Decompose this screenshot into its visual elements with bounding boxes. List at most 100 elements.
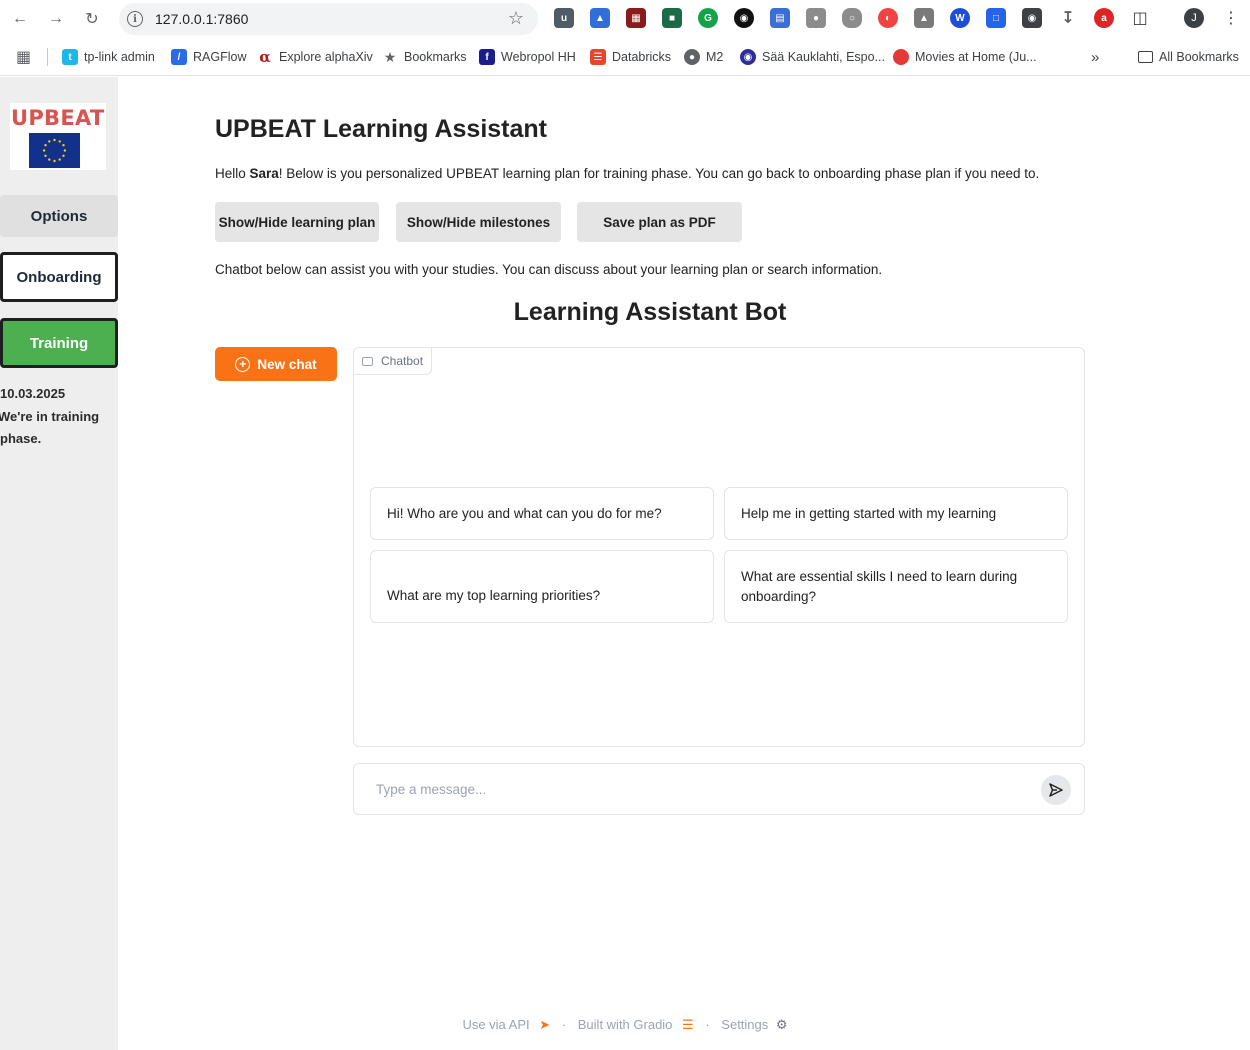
bookmark-webropol[interactable]: f Webropol HH xyxy=(479,48,576,66)
upbeat-logo: UPBEAT xyxy=(10,103,106,170)
show-hide-milestones-button[interactable]: Show/Hide milestones xyxy=(396,202,561,242)
send-button[interactable] xyxy=(1041,775,1071,805)
download-icon[interactable]: ↧ xyxy=(1058,8,1078,28)
use-via-api-link[interactable]: Use via API xyxy=(462,1017,529,1032)
built-with-gradio-link[interactable]: Built with Gradio xyxy=(578,1017,673,1032)
bookmark-label: Explore alphaXiv xyxy=(279,50,373,64)
bookmark-label: Sää Kauklahti, Espo... xyxy=(762,50,885,64)
site-info-icon[interactable]: i xyxy=(127,11,143,27)
address-bar[interactable]: i 127.0.0.1:7860 ☆ xyxy=(119,3,538,35)
crop-icon[interactable]: □ xyxy=(986,8,1006,28)
example-prompt-text: Help me in getting started with my learn… xyxy=(741,505,997,521)
bookmark-ragflow[interactable]: / RAGFlow xyxy=(171,48,246,66)
extension-red-icon[interactable]: ◐ xyxy=(878,8,898,28)
profile-avatar[interactable]: J xyxy=(1184,8,1204,28)
bookmark-label: Bookmarks xyxy=(404,50,467,64)
extension-grey-icon[interactable]: ▲ xyxy=(914,8,934,28)
bookmark-label: Movies at Home (Ju... xyxy=(915,50,1037,64)
globe-icon: ● xyxy=(684,49,700,65)
example-prompt[interactable]: What are my top learning priorities? xyxy=(370,550,714,623)
status-date: 10.03.2025 xyxy=(0,386,66,401)
grammarly-icon[interactable]: G xyxy=(698,8,718,28)
new-chat-button[interactable]: + New chat xyxy=(215,347,337,381)
browser-menu-icon[interactable]: ⋮ xyxy=(1223,8,1239,28)
bookmark-bookmarks[interactable]: ★ Bookmarks xyxy=(382,48,467,66)
bookmark-alphaxiv[interactable]: α Explore alphaXiv xyxy=(257,48,373,66)
bookmarks-bar: ▦ t tp-link admin / RAGFlow α Explore al… xyxy=(0,38,1250,76)
sidebar: UPBEAT Options Onboarding Training 10.03… xyxy=(0,77,118,1050)
footer: Use via API ➤ · Built with Gradio ☰ · Se… xyxy=(0,1016,1250,1033)
greeting-prefix: Hello xyxy=(215,166,250,181)
mouse-icon[interactable]: ○ xyxy=(842,8,862,28)
example-prompt-text: Hi! Who are you and what can you do for … xyxy=(387,505,662,521)
status-line: phase. xyxy=(0,431,42,446)
bot-title: Learning Assistant Bot xyxy=(513,298,787,326)
apps-grid-icon[interactable]: ▦ xyxy=(16,48,31,66)
settings-link[interactable]: Settings xyxy=(721,1017,768,1032)
send-icon xyxy=(1049,783,1063,797)
extension-badge-icon[interactable]: a xyxy=(1094,8,1114,28)
ragflow-icon: / xyxy=(171,49,187,65)
extension-print-icon[interactable]: ▤ xyxy=(770,8,790,28)
eu-flag-icon xyxy=(29,133,80,168)
bookmark-tp-link[interactable]: t tp-link admin xyxy=(62,48,155,66)
extension-flag-icon[interactable]: ▦ xyxy=(626,8,646,28)
databricks-icon: ☰ xyxy=(590,49,606,65)
tp-link-icon: t xyxy=(62,49,78,65)
bookmark-m2[interactable]: ● M2 xyxy=(684,48,723,66)
chat-bubble-icon xyxy=(362,356,373,366)
bookmark-star-icon[interactable]: ☆ xyxy=(508,8,524,29)
wordtune-icon[interactable]: W xyxy=(950,8,970,28)
webropol-icon: f xyxy=(479,49,495,65)
forward-icon[interactable]: → xyxy=(45,8,67,30)
bookmark-label: M2 xyxy=(706,50,724,64)
show-hide-learning-plan-button[interactable]: Show/Hide learning plan xyxy=(215,202,379,242)
options-button[interactable]: Options xyxy=(0,195,118,237)
save-plan-pdf-button[interactable]: Save plan as PDF xyxy=(577,202,742,242)
example-prompt-text: What are my top learning priorities? xyxy=(387,588,601,603)
extension-square-icon[interactable]: ■ xyxy=(662,8,682,28)
plus-circle-icon: + xyxy=(235,356,251,372)
message-input-box xyxy=(353,763,1085,815)
training-button[interactable]: Training xyxy=(0,318,118,368)
example-prompt-text: What are essential skills I need to lear… xyxy=(741,568,1018,604)
camera-icon[interactable]: ● xyxy=(806,8,826,28)
new-chat-label: New chat xyxy=(257,356,317,372)
eye-icon[interactable]: ◉ xyxy=(734,8,754,28)
more-bookmarks-icon[interactable]: » xyxy=(1091,48,1099,66)
bookmark-label: Webropol HH xyxy=(501,50,576,64)
footer-separator: · xyxy=(705,1017,710,1033)
rocket-icon: ➤ xyxy=(539,1016,551,1032)
bookmark-label: tp-link admin xyxy=(84,50,155,64)
onboarding-button[interactable]: Onboarding xyxy=(0,252,118,302)
all-bookmarks-button[interactable]: All Bookmarks xyxy=(1138,48,1239,66)
chatbot-label: Chatbot xyxy=(354,348,433,375)
example-prompt[interactable]: What are essential skills I need to lear… xyxy=(724,550,1068,623)
example-prompt[interactable]: Help me in getting started with my learn… xyxy=(724,487,1068,540)
chatbot-label-text: Chatbot xyxy=(381,354,424,368)
greeting-text: Hello Sara! Below is you personalized UP… xyxy=(215,166,1039,181)
weather-icon: ◉ xyxy=(740,49,756,65)
tomato-icon xyxy=(893,49,909,65)
bookmark-label: Databricks xyxy=(612,50,672,64)
example-prompt[interactable]: Hi! Who are you and what can you do for … xyxy=(370,487,714,540)
alphaxiv-icon: α xyxy=(257,48,273,66)
user-name: Sara xyxy=(249,166,279,181)
bookmark-databricks[interactable]: ☰ Databricks xyxy=(590,48,671,66)
extension-cap-icon[interactable]: ▲ xyxy=(590,8,610,28)
message-input[interactable] xyxy=(364,776,1014,803)
chatbot-intro-text: Chatbot below can assist you with your s… xyxy=(215,262,883,277)
bookmark-weather[interactable]: ◉ Sää Kauklahti, Espo... xyxy=(740,48,885,66)
all-bookmarks-label: All Bookmarks xyxy=(1159,50,1239,64)
bookmark-movies[interactable]: Movies at Home (Ju... xyxy=(893,48,1037,66)
back-icon[interactable]: ← xyxy=(9,8,31,30)
ublock-icon[interactable]: u xyxy=(554,8,574,28)
extensions-puzzle-icon[interactable]: ◫ xyxy=(1130,8,1150,28)
page-title: UPBEAT Learning Assistant xyxy=(215,115,547,143)
bookmarks-divider xyxy=(47,48,48,66)
screen-record-icon[interactable]: ◉ xyxy=(1022,8,1042,28)
footer-separator: · xyxy=(561,1017,567,1033)
url-text[interactable]: 127.0.0.1:7860 xyxy=(155,11,248,27)
folder-icon xyxy=(1138,51,1153,63)
reload-icon[interactable]: ↻ xyxy=(81,8,103,30)
